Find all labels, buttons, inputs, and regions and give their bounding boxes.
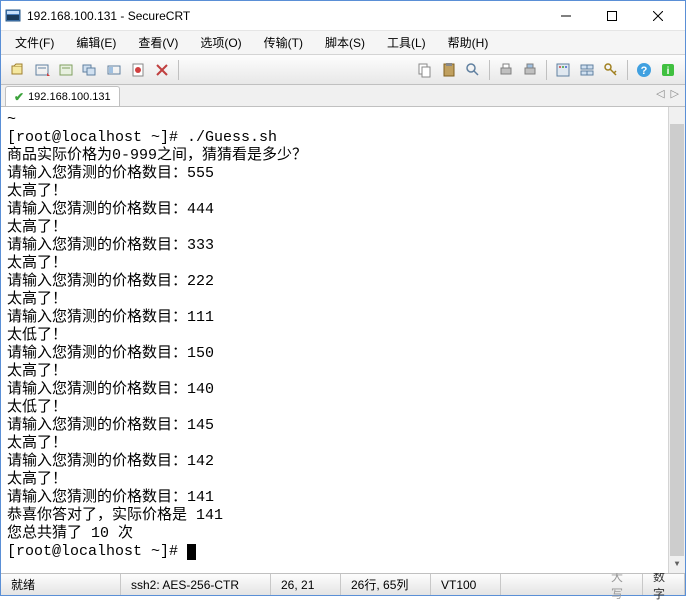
status-ssh: ssh2: AES-256-CTR xyxy=(121,574,271,595)
status-spacer xyxy=(501,574,601,595)
svg-text:?: ? xyxy=(641,65,648,77)
scroll-thumb[interactable] xyxy=(670,124,684,556)
quick-connect-icon[interactable] xyxy=(31,59,53,81)
menu-view[interactable]: 查看(V) xyxy=(134,32,182,53)
window-title: 192.168.100.131 - SecureCRT xyxy=(27,9,543,23)
statusbar: 就绪 ssh2: AES-256-CTR 26, 21 26行, 65列 VT1… xyxy=(1,573,685,595)
scroll-down-icon[interactable]: ▼ xyxy=(669,556,685,573)
help-icon[interactable]: ? xyxy=(633,59,655,81)
toolbar-separator xyxy=(178,60,179,80)
menu-edit[interactable]: 编辑(E) xyxy=(72,32,120,53)
paste-icon[interactable] xyxy=(438,59,460,81)
print-icon[interactable] xyxy=(495,59,517,81)
disconnect-icon[interactable] xyxy=(151,59,173,81)
session-tab[interactable]: ✔ 192.168.100.131 xyxy=(5,86,120,106)
titlebar: 192.168.100.131 - SecureCRT xyxy=(1,1,685,31)
cursor xyxy=(187,544,196,560)
menu-script[interactable]: 脚本(S) xyxy=(321,32,369,53)
close-button[interactable] xyxy=(635,1,681,31)
menubar: 文件(F) 编辑(E) 查看(V) 选项(O) 传输(T) 脚本(S) 工具(L… xyxy=(1,31,685,55)
tab-label: 192.168.100.131 xyxy=(28,91,111,103)
toolbar-separator xyxy=(546,60,547,80)
script-icon[interactable] xyxy=(127,59,149,81)
status-emulation: VT100 xyxy=(431,574,501,595)
tabbar: ✔ 192.168.100.131 ◁ ▷ xyxy=(1,85,685,107)
new-tab-icon[interactable] xyxy=(79,59,101,81)
maximize-button[interactable] xyxy=(589,1,635,31)
copy-icon[interactable] xyxy=(414,59,436,81)
status-caps: 大写 xyxy=(601,574,643,595)
terminal[interactable]: ~ [root@localhost ~]# ./Guess.sh 商品实际价格为… xyxy=(1,107,685,573)
about-icon[interactable]: i xyxy=(657,59,679,81)
find-icon[interactable] xyxy=(462,59,484,81)
session-icon[interactable] xyxy=(103,59,125,81)
menu-tools[interactable]: 工具(L) xyxy=(383,32,430,53)
menu-options[interactable]: 选项(O) xyxy=(196,32,245,53)
app-icon xyxy=(5,8,21,24)
menu-help[interactable]: 帮助(H) xyxy=(444,32,493,53)
scrollbar[interactable]: ▲ ▼ xyxy=(668,107,685,573)
minimize-button[interactable] xyxy=(543,1,589,31)
toolbar-separator xyxy=(489,60,490,80)
menu-transfer[interactable]: 传输(T) xyxy=(260,32,307,53)
status-num: 数字 xyxy=(643,574,685,595)
print-select-icon[interactable] xyxy=(519,59,541,81)
tab-next-icon[interactable]: ▷ xyxy=(671,87,679,100)
status-rows-cols: 26行, 65列 xyxy=(341,574,431,595)
svg-text:i: i xyxy=(667,66,670,77)
sessions-icon[interactable] xyxy=(576,59,598,81)
connect-icon[interactable] xyxy=(7,59,29,81)
status-cursor-pos: 26, 21 xyxy=(271,574,341,595)
tab-prev-icon[interactable]: ◁ xyxy=(656,87,664,100)
status-ready: 就绪 xyxy=(1,574,121,595)
toolbar: ? i xyxy=(1,55,685,85)
options-icon[interactable] xyxy=(552,59,574,81)
check-icon: ✔ xyxy=(14,90,24,104)
menu-file[interactable]: 文件(F) xyxy=(11,32,58,53)
toolbar-separator xyxy=(627,60,628,80)
key-icon[interactable] xyxy=(600,59,622,81)
reconnect-icon[interactable] xyxy=(55,59,77,81)
